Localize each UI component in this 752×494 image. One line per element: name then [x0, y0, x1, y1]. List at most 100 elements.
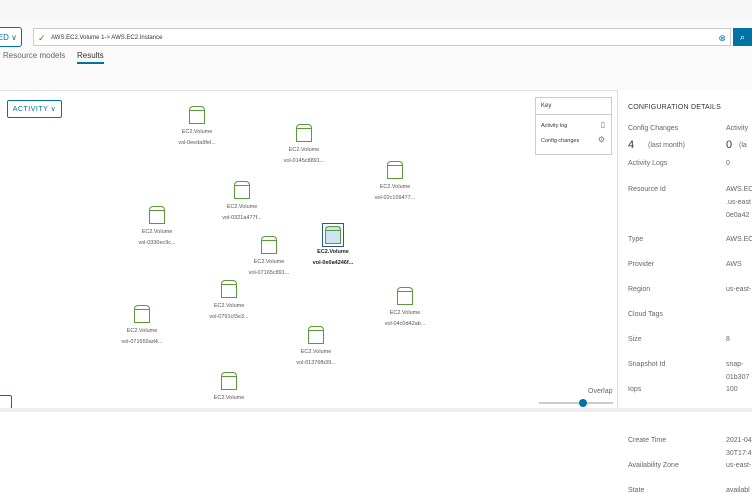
- overlap-slider[interactable]: [539, 399, 613, 407]
- node-type: EC2.Volume: [213, 303, 245, 309]
- node-id: vol-04c0d42ab...: [384, 321, 426, 327]
- node-id: vol-07165c891...: [248, 270, 290, 276]
- detail-value: 8: [726, 336, 730, 343]
- key-config-changes: Config changes: [541, 138, 580, 144]
- volume-icon: [296, 124, 312, 142]
- detail-value: 01b307: [726, 374, 750, 381]
- graph-node[interactable]: EC2.Volume vol-02c109477...: [355, 161, 435, 204]
- overlap-label: Overlap: [588, 388, 613, 395]
- search-button[interactable]: ⌕: [733, 28, 752, 46]
- activity-count: 0: [726, 139, 733, 151]
- detail-key: State: [628, 487, 645, 494]
- detail-value: AWS: [726, 261, 742, 268]
- detail-value: .us-east: [726, 199, 751, 206]
- tab-resource-models[interactable]: Resource models: [3, 51, 65, 60]
- node-id: vol-0791cf3e3...: [209, 314, 249, 320]
- volume-icon: [189, 106, 205, 124]
- node-id: vol-0321a477f...: [222, 215, 262, 221]
- graph-node[interactable]: EC2.Volume vol-0321a477f...: [202, 181, 282, 224]
- graph-node[interactable]: EC2.Volume vol-0145c8891...: [264, 124, 344, 167]
- config-changes-period: (last month): [648, 142, 685, 149]
- detail-value: AWS.EC: [726, 186, 752, 193]
- node-type: EC2.Volume: [379, 184, 411, 190]
- config-changes-count: 4: [628, 139, 635, 151]
- slider-knob[interactable]: [579, 399, 588, 407]
- detail-value: us-east-: [726, 462, 752, 469]
- node-type: EC2.Volume: [181, 129, 213, 135]
- volume-icon: [308, 326, 324, 344]
- node-type: EC2.Volume: [126, 328, 158, 334]
- activity-dropdown[interactable]: ACTIVITY ∨: [7, 100, 62, 118]
- node-type: EC2.Volume: [300, 349, 332, 355]
- graph-node[interactable]: EC2.Volume vol-07165c891...: [229, 236, 309, 279]
- clear-icon[interactable]: ⊗: [718, 29, 726, 47]
- node-id: vol-01376fb39...: [296, 360, 336, 366]
- detail-key: Snapshot Id: [628, 361, 666, 368]
- tab-bar: Resource models Results: [0, 48, 752, 65]
- tab-results[interactable]: Results: [77, 51, 104, 64]
- detail-value: 0e0a42: [726, 212, 750, 219]
- configuration-details-panel: CONFIGURATION DETAILS Config Changes Act…: [617, 90, 752, 494]
- bottom-bar: [0, 408, 752, 412]
- detail-key: Resource Id: [628, 186, 666, 193]
- detail-value: 100: [726, 386, 738, 393]
- detail-key: Create Time: [628, 437, 667, 444]
- node-id: vol-0eeda9fel...: [178, 140, 216, 146]
- detail-key: Provider: [628, 261, 655, 268]
- graph-node[interactable]: EC2.Volume vol-0eeda9fel...: [157, 106, 237, 149]
- top-bar: [0, 0, 752, 20]
- graph-node[interactable]: EC2.Volume vol-0791cf3e3...: [189, 280, 269, 323]
- node-id: vol-071659ad4...: [121, 339, 163, 345]
- graph-node[interactable]: EC2.Volume vol-01376fb39...: [276, 326, 356, 369]
- graph-node[interactable]: EC2.Volume vol-04c0d42ab...: [365, 287, 445, 330]
- mode-dropdown[interactable]: ED ∨: [0, 27, 22, 47]
- node-type: EC2.Volume: [288, 147, 320, 153]
- activity-label: Activity: [726, 125, 749, 132]
- activity-period: (la: [739, 142, 747, 149]
- volume-icon: [149, 206, 165, 224]
- node-type: EC2.Volume: [226, 204, 258, 210]
- volume-icon: [134, 305, 150, 323]
- node-type: EC2.Volume: [389, 310, 421, 316]
- volume-icon: [322, 223, 344, 247]
- query-text: AWS.EC2.Volume 1-> AWS.EC2.Instance: [51, 35, 163, 41]
- legend-key: Key Activity log ▯ Config changes ⚙: [535, 97, 612, 155]
- node-type: EC2.Volume: [213, 395, 245, 401]
- volume-icon: [261, 236, 277, 254]
- graph-node[interactable]: EC2.Volume vol-071659ad4...: [102, 305, 182, 348]
- volume-icon: [387, 161, 403, 179]
- detail-key: Size: [628, 336, 642, 343]
- key-activity-log: Activity log: [541, 123, 568, 129]
- detail-value: 30T17:4: [726, 450, 752, 457]
- node-id: vol-0145c8891...: [283, 158, 325, 164]
- detail-value: us-east-: [726, 286, 752, 293]
- detail-key: Type: [628, 236, 644, 243]
- key-title: Key: [536, 98, 611, 115]
- detail-value: 2021-04: [726, 437, 752, 444]
- detail-value: 0: [726, 160, 730, 167]
- config-changes-label: Config Changes: [628, 125, 679, 132]
- detail-value: availabl: [726, 487, 750, 494]
- volume-icon: [221, 372, 237, 390]
- volume-icon: [234, 181, 250, 199]
- query-input[interactable]: ✓ AWS.EC2.Volume 1-> AWS.EC2.Instance ⊗: [33, 28, 731, 46]
- toolbar-band: [0, 64, 752, 91]
- detail-value: snap-: [726, 361, 744, 368]
- panel-title: CONFIGURATION DETAILS: [628, 104, 722, 111]
- graph-node[interactable]: EC2.Volume vol-0330ec9c...: [117, 206, 197, 249]
- node-type: EC2.Volume: [253, 259, 285, 265]
- activity-log-icon: ▯: [600, 120, 605, 129]
- detail-value: AWS.EC: [726, 236, 752, 243]
- bottom-left-button[interactable]: [0, 395, 12, 409]
- detail-key: Region: [628, 286, 651, 293]
- detail-key: Activity Logs: [628, 160, 668, 167]
- detail-key: Iops: [628, 386, 642, 393]
- node-id: vol-02c109477...: [374, 195, 416, 201]
- config-changes-icon: ⚙: [597, 135, 605, 144]
- detail-key: Cloud Tags: [628, 311, 663, 318]
- detail-key: Availability Zone: [628, 462, 679, 469]
- node-type: EC2.Volume: [141, 229, 173, 235]
- volume-icon: [397, 287, 413, 305]
- graph-node[interactable]: EC2.Volume: [189, 372, 269, 404]
- valid-check-icon: ✓: [38, 33, 46, 43]
